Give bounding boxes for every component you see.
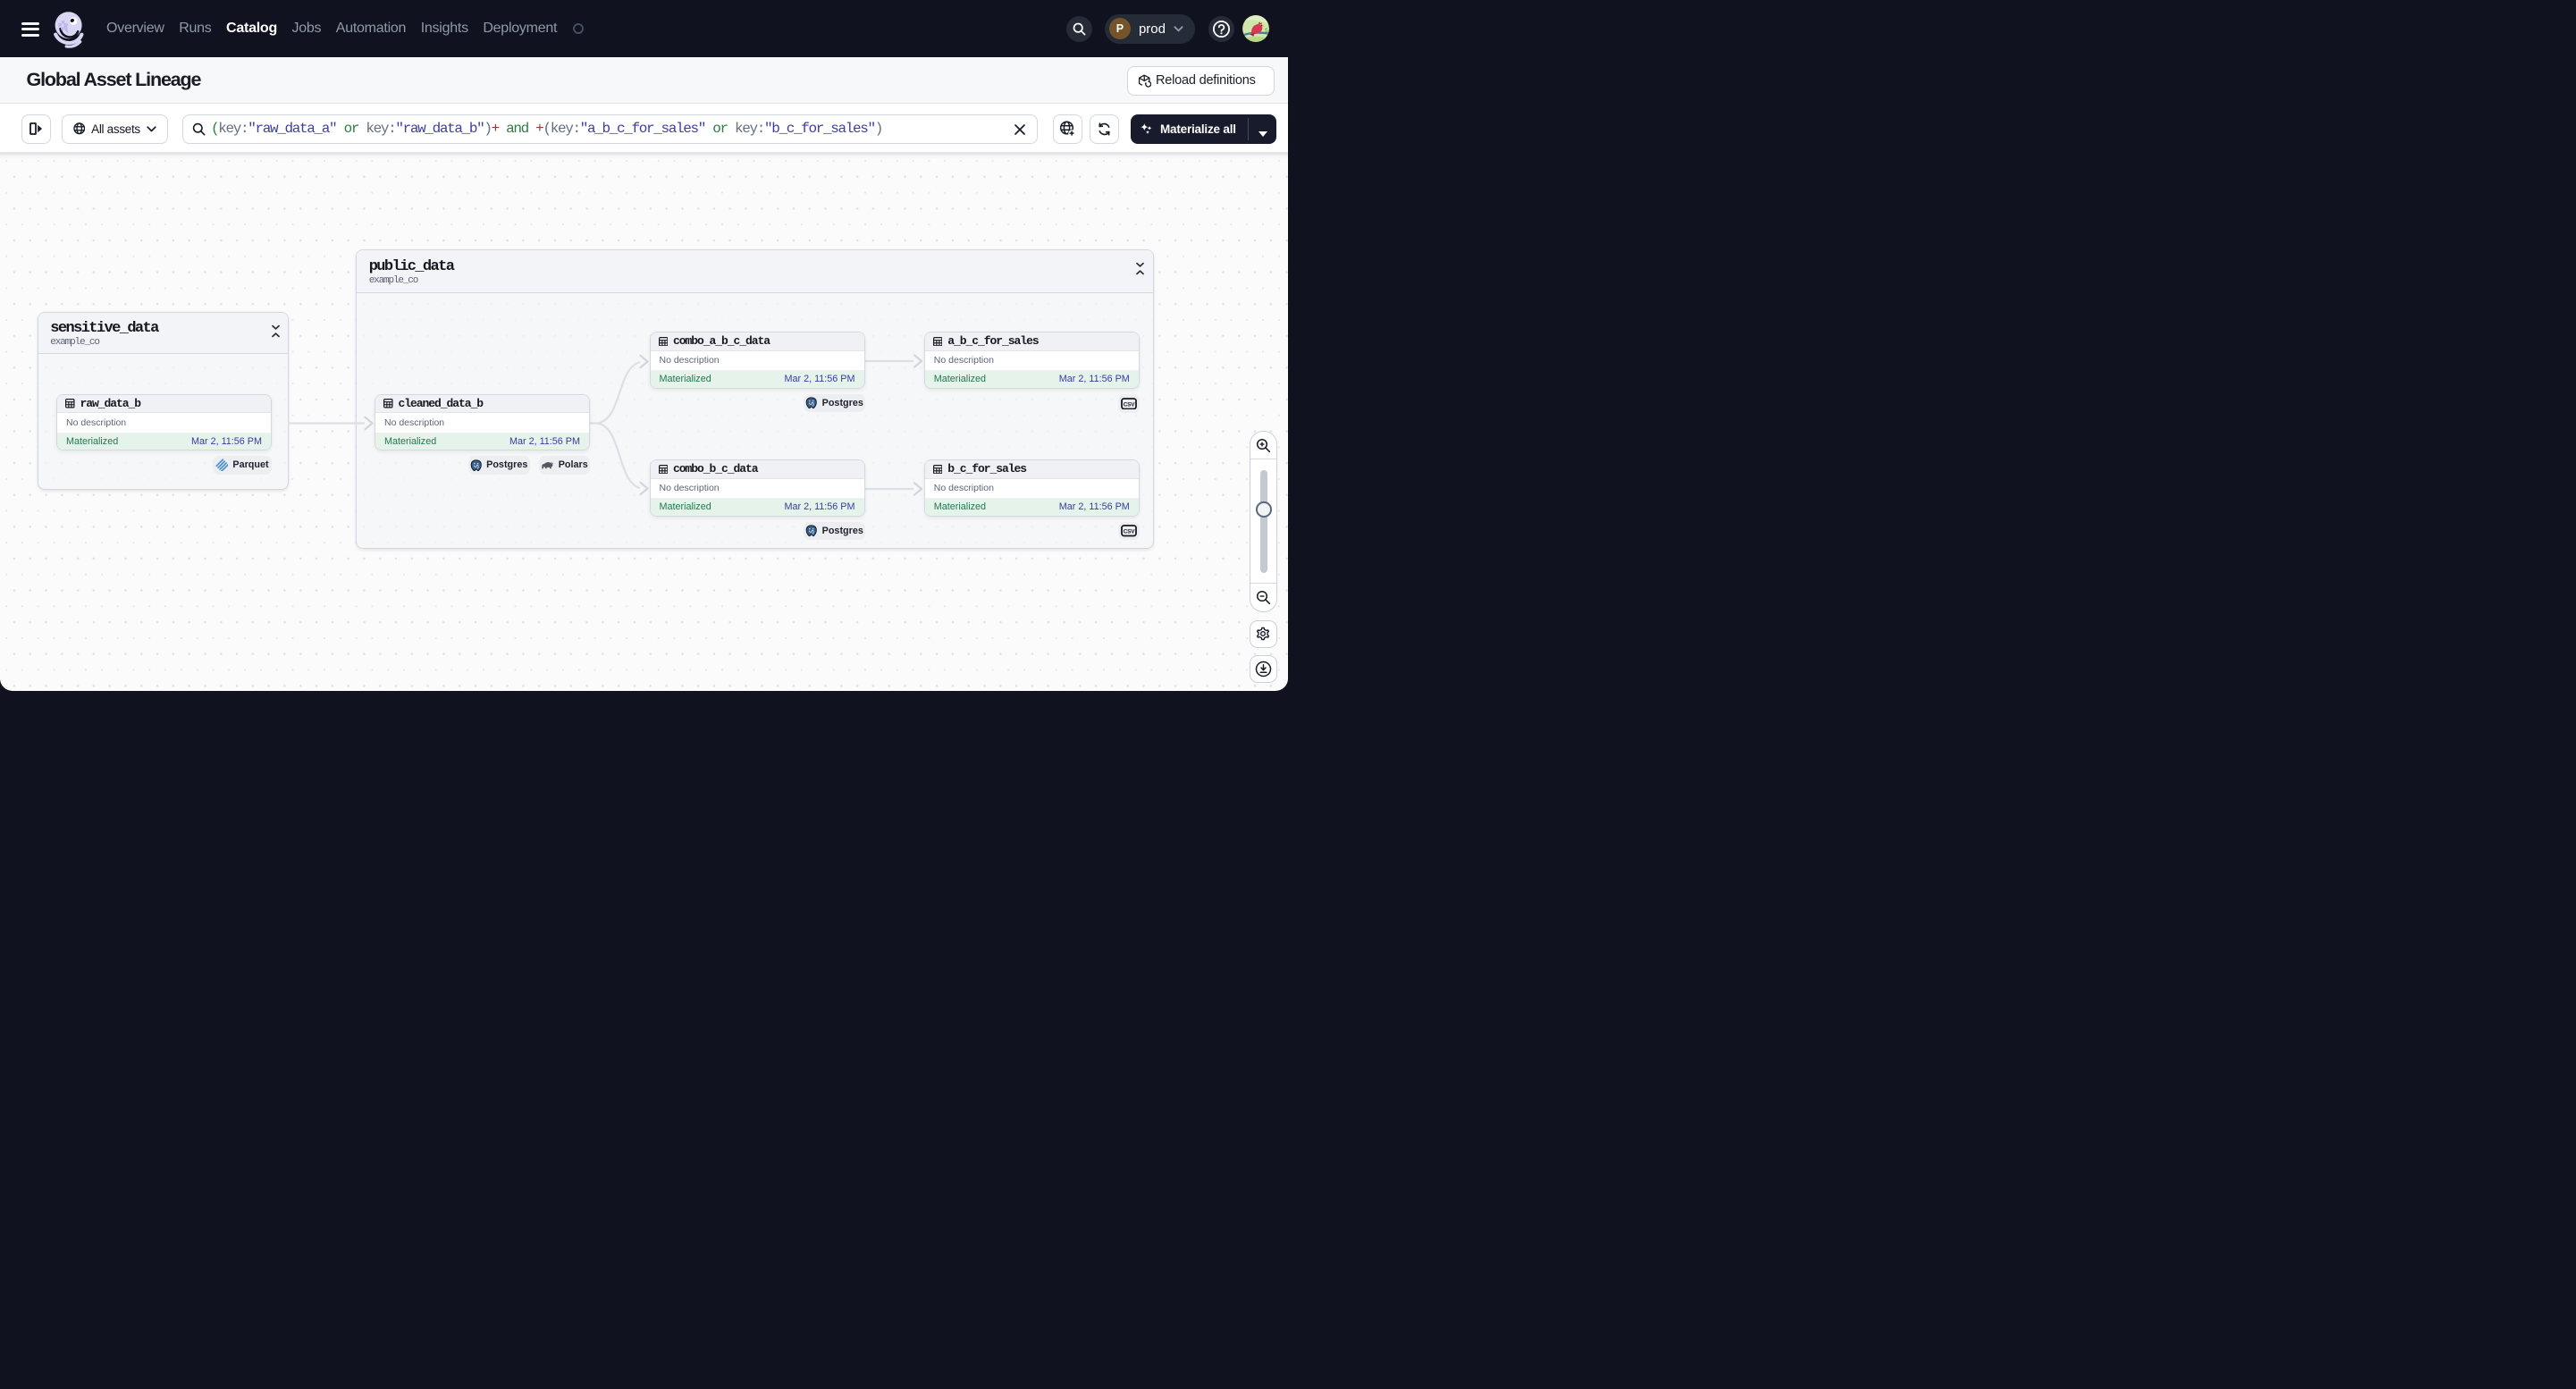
svg-text:CSV: CSV	[1124, 529, 1135, 535]
svg-text:CSV: CSV	[1124, 401, 1135, 408]
